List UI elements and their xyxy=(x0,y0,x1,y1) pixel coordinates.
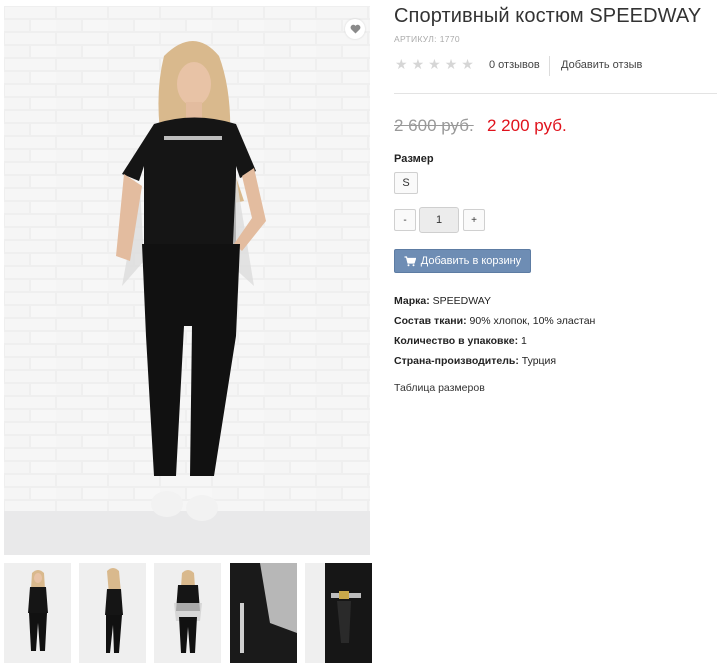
product-sku: АРТИКУЛ: 1770 xyxy=(394,34,460,44)
quantity-increase-button[interactable]: + xyxy=(463,209,485,231)
property-value: SPEEDWAY xyxy=(432,295,492,307)
thumbnail-2[interactable] xyxy=(79,563,146,663)
favorite-button[interactable] xyxy=(345,19,365,39)
product-properties: Марка: SPEEDWAY Состав ткани: 90% хлопок… xyxy=(394,295,595,375)
property-name: Количество в упаковке: xyxy=(394,335,519,347)
star-icon[interactable]: ★ xyxy=(395,57,408,71)
star-icon[interactable]: ★ xyxy=(428,57,441,71)
thumbnail-4[interactable] xyxy=(230,563,297,663)
property-value: 90% хлопок, 10% эластан xyxy=(469,315,596,327)
old-price: 2 600 руб. xyxy=(394,116,474,135)
product-title: Спортивный костюм SPEEDWAY xyxy=(394,5,702,27)
size-option-s[interactable]: S xyxy=(394,172,418,194)
divider xyxy=(549,56,550,76)
thumbnail-strip xyxy=(4,563,372,663)
property-value: 1 xyxy=(521,335,527,347)
divider xyxy=(394,93,717,94)
star-icon[interactable]: ★ xyxy=(412,57,425,71)
star-icon[interactable]: ★ xyxy=(461,57,474,71)
size-label: Размер xyxy=(394,153,434,165)
property-row: Количество в упаковке: 1 xyxy=(394,335,595,355)
sku-label: АРТИКУЛ: xyxy=(394,34,437,44)
quantity-input[interactable] xyxy=(419,207,459,233)
sku-value: 1770 xyxy=(439,34,460,44)
add-review-link[interactable]: Добавить отзыв xyxy=(561,59,642,71)
rating-stars[interactable]: ★ ★ ★ ★ ★ xyxy=(395,57,474,71)
thumbnail-1[interactable] xyxy=(4,563,71,663)
property-row: Марка: SPEEDWAY xyxy=(394,295,595,315)
quantity-decrease-button[interactable]: - xyxy=(394,209,416,231)
heart-icon xyxy=(350,24,360,34)
property-value: Турция xyxy=(521,355,557,367)
add-to-cart-label: Добавить в корзину xyxy=(420,255,522,267)
reviews-count[interactable]: 0 отзывов xyxy=(489,59,540,71)
current-price: 2 200 руб. xyxy=(487,116,567,135)
property-name: Марка: xyxy=(394,295,430,307)
property-name: Страна-производитель: xyxy=(394,355,519,367)
star-icon[interactable]: ★ xyxy=(445,57,458,71)
thumbnail-3[interactable] xyxy=(154,563,221,663)
product-main-image[interactable] xyxy=(4,6,370,555)
add-to-cart-button[interactable]: Добавить в корзину xyxy=(394,249,531,273)
thumbnail-5[interactable] xyxy=(305,563,372,663)
property-name: Состав ткани: xyxy=(394,315,467,327)
property-row: Состав ткани: 90% хлопок, 10% эластан xyxy=(394,315,595,335)
cart-icon xyxy=(404,255,416,266)
property-row: Страна-производитель: Турция xyxy=(394,355,595,375)
size-table-link[interactable]: Таблица размеров xyxy=(394,382,485,394)
